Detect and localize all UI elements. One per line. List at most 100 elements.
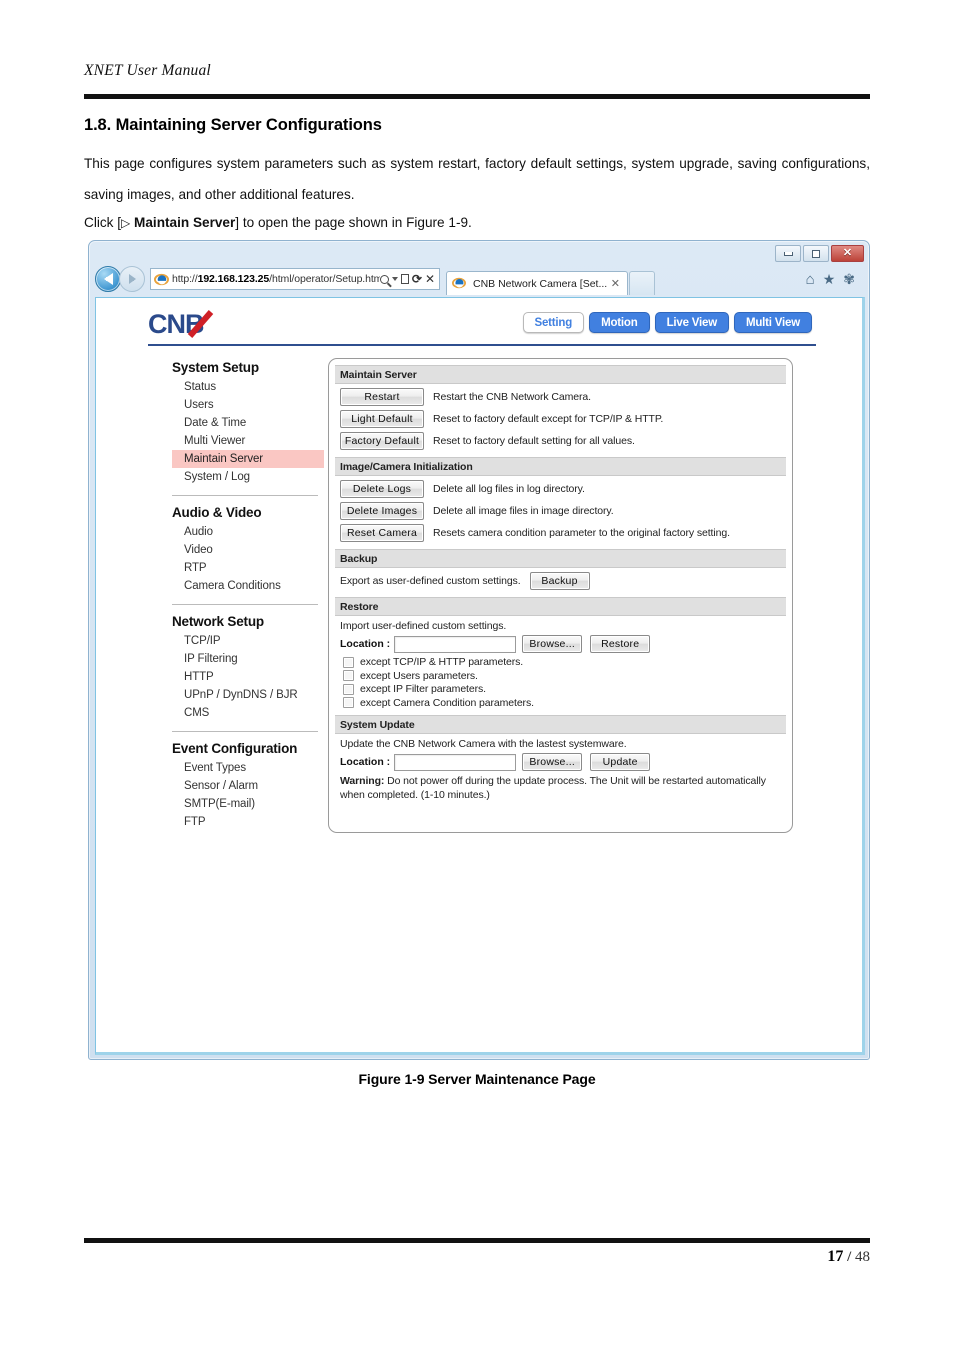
page-number: 17 / 48 [827, 1248, 870, 1266]
footer-rule [84, 1238, 870, 1243]
sidebar-heading-event-configuration: Event Configuration [172, 741, 298, 756]
delete-images-button[interactable]: Delete Images [340, 502, 424, 520]
section-body-image-camera-initialization: Delete Logs Delete all log files in log … [335, 476, 786, 549]
gear-icon[interactable]: ✾ [843, 271, 855, 288]
tab-multi-view[interactable]: Multi View [733, 312, 812, 333]
maximize-icon[interactable] [803, 245, 829, 262]
section-header-backup: Backup [335, 549, 786, 568]
restore-browse-button[interactable]: Browse... [522, 635, 583, 653]
minimize-icon[interactable] [775, 245, 801, 262]
click-instruction: Click [▷ Maintain Server] to open the pa… [84, 207, 870, 239]
click-suffix: ] to open the page shown in Figure 1-9. [235, 215, 472, 230]
browser-titlebar: ✕ [89, 241, 869, 263]
restore-button[interactable]: Restore [590, 635, 651, 653]
restore-location-input[interactable] [394, 635, 517, 653]
sidebar-item-audio[interactable]: Audio [172, 523, 324, 541]
sidebar-item-camera-conditions[interactable]: Camera Conditions [172, 577, 324, 595]
restart-button[interactable]: Restart [340, 388, 424, 406]
sidebar-item-sensor-alarm[interactable]: Sensor / Alarm [172, 777, 324, 795]
checkbox-except-ip-filter[interactable] [343, 683, 354, 695]
delete-images-description: Delete all image files in image director… [433, 505, 614, 517]
sidebar-item-multi-viewer[interactable]: Multi Viewer [172, 432, 324, 450]
document-page: XNET User Manual 1.8. Maintaining Server… [84, 0, 870, 1350]
backup-button[interactable]: Backup [529, 572, 590, 590]
browser-window: ✕ http://192.168.123.25/html/operator/Se… [88, 240, 870, 1060]
update-location-label: Location : [340, 756, 391, 768]
stop-icon[interactable]: ✕ [425, 272, 435, 286]
tab-live-view[interactable]: Live View [654, 312, 729, 333]
sidebar-item-users[interactable]: Users [172, 396, 324, 414]
checkbox-except-tcpip-http[interactable] [343, 656, 354, 668]
sidebar-item-ftp[interactable]: FTP [172, 813, 324, 831]
browser-navbar: http://192.168.123.25/html/operator/Setu… [89, 263, 869, 295]
section-body-system-update: Update the CNB Network Camera with the l… [335, 734, 786, 807]
compatibility-view-icon[interactable] [400, 274, 409, 284]
update-button[interactable]: Update [590, 753, 651, 771]
delete-logs-button[interactable]: Delete Logs [340, 480, 424, 498]
reset-camera-button[interactable]: Reset Camera [340, 524, 424, 542]
reset-camera-description: Resets camera condition parameter to the… [433, 527, 730, 539]
light-default-button[interactable]: Light Default [340, 410, 424, 428]
checkbox-row-ip-filter: except IP Filter parameters. [343, 683, 781, 695]
sidebar-item-event-types[interactable]: Event Types [172, 759, 324, 777]
delete-logs-description: Delete all log files in log directory. [433, 483, 585, 495]
factory-default-button[interactable]: Factory Default [340, 432, 424, 450]
page-total: 48 [855, 1249, 870, 1265]
section-header-system-update: System Update [335, 715, 786, 734]
internet-explorer-icon [154, 272, 169, 287]
sidebar-item-rtp[interactable]: RTP [172, 559, 324, 577]
sidebar-item-system-log[interactable]: System / Log [172, 468, 324, 486]
triangle-icon: ▷ [121, 216, 131, 230]
sidebar-item-date-time[interactable]: Date & Time [172, 414, 324, 432]
click-prefix: Click [ [84, 215, 122, 230]
browser-tab[interactable]: CNB Network Camera [Set... ✕ [446, 271, 628, 295]
sidebar-item-maintain-server[interactable]: Maintain Server [172, 450, 324, 468]
address-bar-icons: ⟳ ✕ [379, 272, 437, 286]
magnifier-icon[interactable] [379, 274, 389, 284]
checkbox-except-users[interactable] [343, 670, 354, 681]
sidebar-item-ip-filtering[interactable]: IP Filtering [172, 650, 324, 668]
address-bar[interactable]: http://192.168.123.25/html/operator/Setu… [150, 268, 440, 290]
checkbox-row-users: except Users parameters. [343, 670, 781, 682]
intro-paragraph: This page configures system parameters s… [84, 156, 870, 202]
tab-motion[interactable]: Motion [589, 312, 650, 333]
sidebar-item-tcpip[interactable]: TCP/IP [172, 632, 324, 650]
star-icon[interactable]: ★ [823, 271, 836, 288]
sidebar-item-video[interactable]: Video [172, 541, 324, 559]
back-arrow-icon[interactable] [95, 266, 121, 292]
sidebar-item-status[interactable]: Status [172, 378, 324, 396]
settings-sidebar: System Setup Status Users Date & Time Mu… [172, 360, 324, 833]
tab-close-icon[interactable]: ✕ [608, 277, 623, 290]
sidebar-item-cms[interactable]: CMS [172, 704, 324, 722]
row-restart: Restart Restart the CNB Network Camera. [340, 388, 781, 406]
page-current: 17 [827, 1248, 844, 1265]
sidebar-heading-network-setup: Network Setup [172, 614, 264, 629]
new-tab-button[interactable] [629, 271, 655, 295]
sidebar-item-smtp-email[interactable]: SMTP(E-mail) [172, 795, 324, 813]
tab-favicon-icon [452, 276, 467, 291]
checkbox-label-except-tcpip-http: except TCP/IP & HTTP parameters. [360, 656, 524, 668]
system-update-lead-text: Update the CNB Network Camera with the l… [340, 738, 627, 750]
running-header: XNET User Manual [84, 62, 211, 79]
update-browse-button[interactable]: Browse... [522, 753, 583, 771]
warning-label: Warning: [340, 775, 385, 787]
header-rule [84, 94, 870, 99]
refresh-icon[interactable]: ⟳ [412, 272, 422, 286]
update-location-input[interactable] [394, 753, 517, 771]
backup-lead-text: Export as user-defined custom settings. [340, 575, 521, 587]
section-header-maintain-server: Maintain Server [335, 365, 786, 384]
close-icon[interactable]: ✕ [831, 245, 864, 262]
caret-down-icon[interactable] [391, 277, 398, 281]
section-header-image-camera-initialization: Image/Camera Initialization [335, 457, 786, 476]
sidebar-item-upnp-dyndns-bjr[interactable]: UPnP / DynDNS / BJR [172, 686, 324, 704]
checkbox-row-tcpip-http: except TCP/IP & HTTP parameters. [343, 656, 781, 668]
checkbox-label-except-camera-condition: except Camera Condition parameters. [360, 696, 534, 709]
section-body-maintain-server: Restart Restart the CNB Network Camera. … [335, 384, 786, 457]
tab-setting[interactable]: Setting [522, 312, 585, 333]
header-divider [148, 344, 816, 346]
home-icon[interactable]: ⌂ [806, 271, 815, 288]
app-nav-tabs: Setting Motion Live View Multi View [522, 312, 812, 333]
forward-arrow-icon[interactable] [119, 266, 145, 292]
sidebar-item-http[interactable]: HTTP [172, 668, 324, 686]
checkbox-except-camera-condition[interactable] [343, 697, 354, 708]
